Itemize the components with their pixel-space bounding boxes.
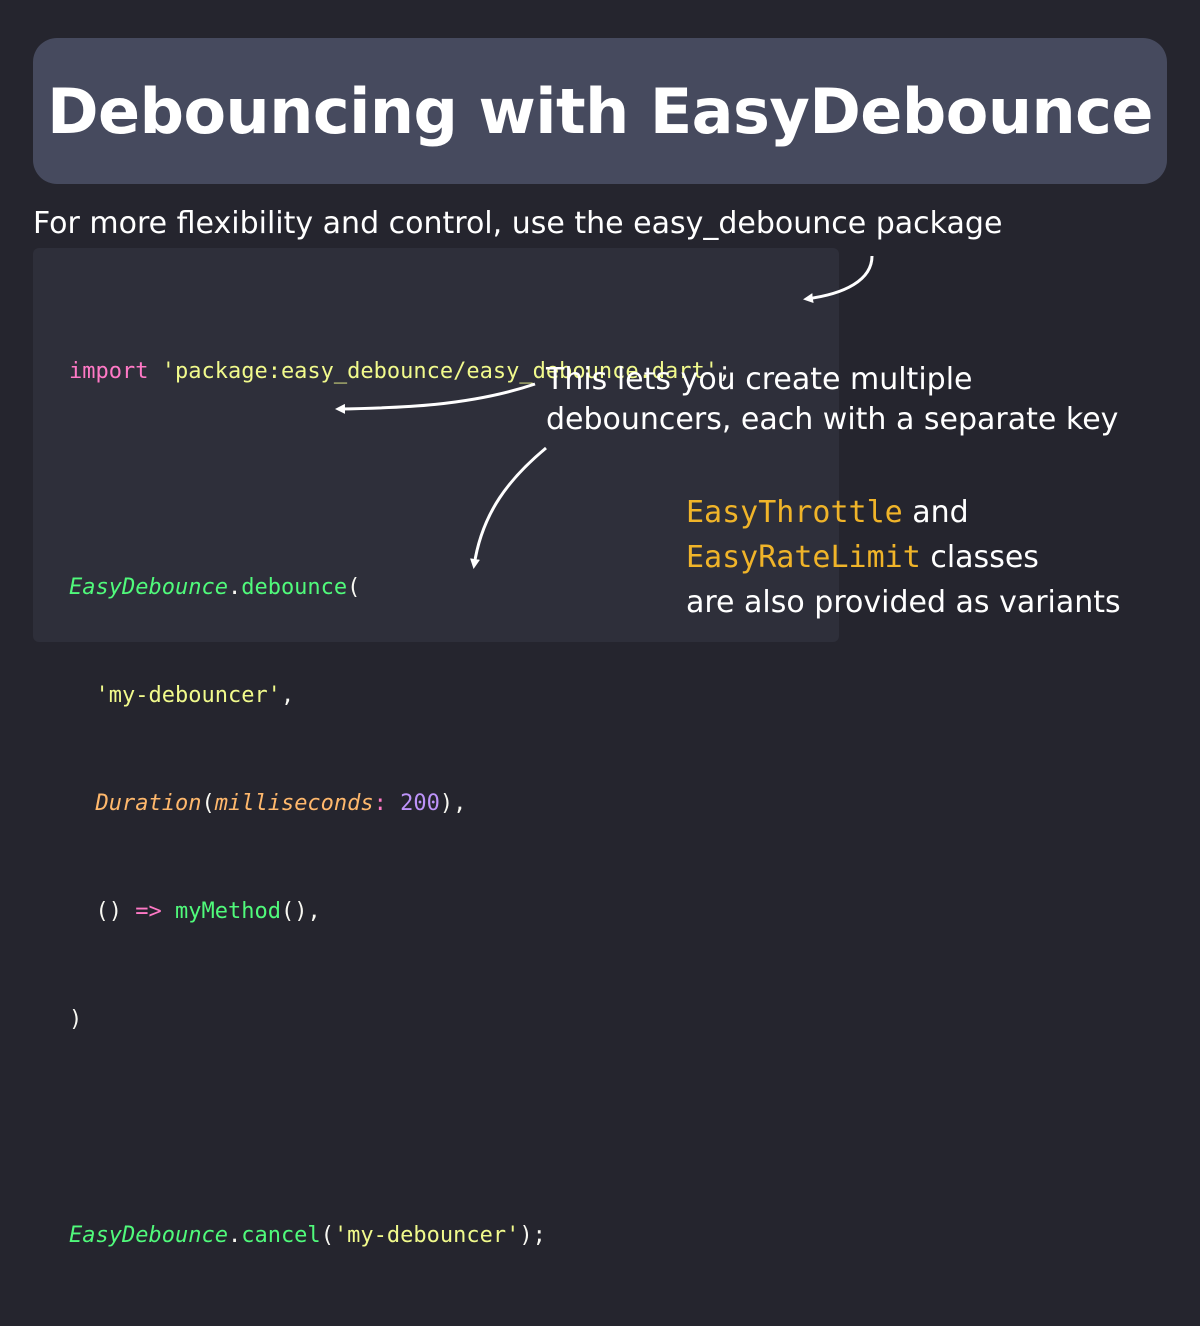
code-class: EasyDebounce (69, 575, 228, 600)
code-class: EasyDebounce (69, 1223, 228, 1248)
variants-line-3: are also provided as variants (686, 585, 1121, 620)
callout-line-2: debouncers, each with a separate key (546, 402, 1119, 437)
code-punct: , (280, 683, 295, 708)
code-keyword: import (69, 359, 149, 384)
code-type: Duration (95, 791, 202, 816)
variants-text-and: and (902, 495, 969, 530)
code-line-duration-arg: Duration(milliseconds: 200), (69, 786, 731, 822)
code-string: 'my-debouncer' (95, 683, 281, 708)
variants-line-2: EasyRateLimit classes (686, 535, 1121, 580)
subtitle: For more flexibility and control, use th… (33, 206, 1003, 241)
code-punct: ); (519, 1223, 546, 1248)
code-punct: ( (320, 1223, 334, 1248)
code-punct: (), (280, 899, 321, 924)
class-name-throttle: EasyThrottle (686, 495, 903, 530)
code-function: myMethod (175, 899, 281, 924)
callout-line-1: This lets you create multiple (546, 362, 973, 397)
class-name-ratelimit: EasyRateLimit (686, 540, 921, 575)
code-line-debounce-call: EasyDebounce.debounce( (69, 570, 731, 606)
code-punct: () (95, 899, 136, 924)
code-punct: ) (69, 1007, 83, 1032)
page-title: Debouncing with EasyDebounce (47, 74, 1153, 148)
code-param: milliseconds (214, 791, 374, 816)
code-line-callback-arg: () => myMethod(), (69, 894, 731, 930)
code-punct: ), (439, 791, 467, 816)
variants-text-classes: classes (920, 540, 1039, 575)
code-function: debounce (241, 575, 348, 600)
code-punct: : (373, 791, 401, 816)
callout-text: This lets you create multiple debouncers… (546, 360, 1118, 440)
variants-note: EasyThrottle and EasyRateLimit classes a… (686, 490, 1121, 625)
variants-line-1: EasyThrottle and (686, 490, 1121, 535)
code-arrow: => (135, 899, 162, 924)
code-punct: . (227, 575, 242, 600)
title-bar: Debouncing with EasyDebounce (33, 38, 1167, 184)
code-punct: ( (347, 575, 361, 600)
code-line-key-arg: 'my-debouncer', (69, 678, 731, 714)
code-number: 200 (400, 791, 440, 816)
code-line-close: ) (69, 1002, 731, 1038)
code-punct: . (227, 1223, 242, 1248)
code-punct: ( (201, 791, 215, 816)
code-line-cancel-call: EasyDebounce.cancel('my-debouncer'); (69, 1218, 731, 1254)
code-string: 'my-debouncer' (333, 1223, 520, 1248)
code-function: cancel (241, 1223, 321, 1248)
